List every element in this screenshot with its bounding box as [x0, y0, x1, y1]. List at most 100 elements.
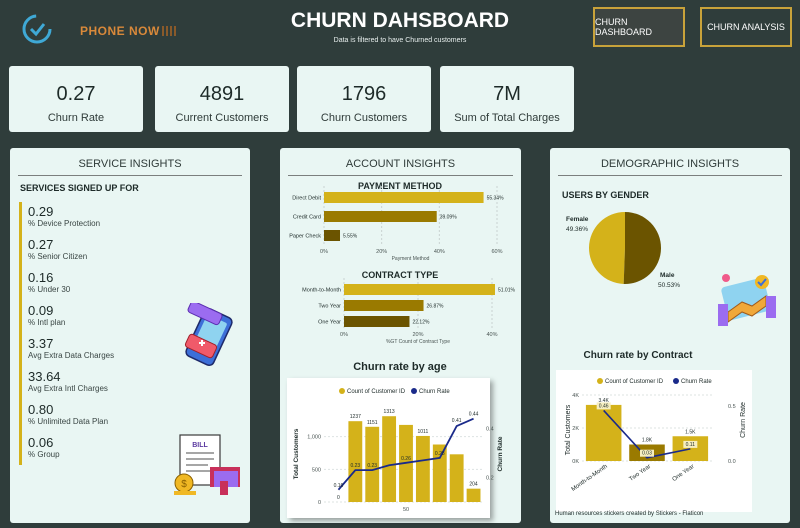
line-data-label: 0.41: [452, 418, 462, 424]
y-tick-label: 2K: [572, 426, 579, 432]
category-label: Paper Check: [289, 234, 321, 240]
legend-swatch: [339, 388, 345, 394]
category-label: Two Year: [318, 304, 341, 310]
bar: [344, 316, 410, 327]
legend-label: Count of Customer ID: [605, 379, 664, 385]
nav-churn-dashboard-button[interactable]: CHURN DASHBOARD: [593, 7, 685, 47]
panel-heading: ACCOUNT INSIGHTS: [288, 148, 513, 176]
x-axis-label: Payment Method: [392, 256, 430, 262]
pie-slice: [623, 212, 661, 284]
svg-text:$: $: [181, 479, 187, 490]
service-item: 0.80% Unlimited Data Plan: [28, 402, 109, 426]
y2-tick-label: 0.2: [486, 476, 494, 482]
service-item: 0.27% Senior Citizen: [28, 237, 88, 261]
category-label: Month-to-Month: [302, 288, 341, 294]
service-item: 3.37 Avg Extra Data Charges: [28, 336, 115, 360]
line-data-label: 0.46: [599, 403, 609, 409]
legend-swatch: [597, 378, 603, 384]
page-title: CHURN DAHSBOARD: [290, 9, 510, 32]
bar-data-label: 0: [337, 495, 340, 501]
kpi-current-customers: 4891 Current Customers: [155, 66, 289, 132]
slice-value: 49.36%: [566, 226, 588, 233]
x-tick-label: 40%: [486, 332, 497, 338]
legend-label: Churn Rate: [419, 389, 450, 395]
churn-by-contract-chart: Churn rate by Contract Count of Customer …: [556, 350, 752, 512]
bar: [449, 454, 464, 502]
line-data-label: 0.23: [367, 463, 377, 469]
data-label: 26.87%: [427, 304, 445, 310]
contract-type-chart: CONTRACT TYPE 0% 20% 40% %GT Count of Contra…: [302, 270, 516, 345]
bar: [415, 435, 430, 502]
kpi-label: Current Customers: [175, 112, 269, 124]
x-tick-label: 20%: [412, 332, 423, 338]
panel-heading: DEMOGRAPHIC INSIGHTS: [558, 148, 782, 176]
panel-heading: SERVICE INSIGHTS: [18, 148, 242, 176]
kpi-value: 4891: [199, 83, 245, 105]
x-tick-label: 20%: [376, 249, 387, 255]
data-label: 22.12%: [412, 320, 430, 326]
chart-title: USERS BY GENDER: [562, 190, 649, 200]
data-label: 55.34%: [487, 196, 505, 202]
bar: [324, 192, 484, 203]
y2-axis-label: Churn Rate: [497, 436, 504, 471]
chart-title: Churn rate by age: [353, 361, 447, 373]
y-tick-label: 4K: [572, 393, 579, 399]
line-data-label: 0.03: [642, 451, 652, 457]
slice-label: Female: [566, 216, 589, 223]
page-subtitle: Data is filtered to have Churned custome…: [333, 37, 467, 44]
bar: [466, 488, 481, 502]
x-tick-label: 40%: [434, 249, 445, 255]
line-data-label: 0.23: [350, 463, 360, 469]
chart-card: [556, 370, 752, 512]
x-tick-label: 60%: [491, 249, 502, 255]
line-data-label: 0.11: [686, 442, 696, 448]
nav-churn-analysis-button[interactable]: CHURN ANALYSIS: [700, 7, 792, 47]
y-tick-label: 0: [318, 500, 321, 506]
chart-title: Churn rate by Contract: [584, 350, 694, 361]
line-data-label: 0.28: [435, 451, 445, 457]
brand-logo-icon: [20, 12, 54, 46]
bar: [344, 300, 424, 311]
bar-data-label: 204: [469, 482, 478, 488]
handshake-sticker-icon: [716, 268, 778, 335]
phone-sticker-icon: [176, 300, 238, 378]
kpi-value: 1796: [341, 83, 387, 105]
kpi-churn-rate: 0.27 Churn Rate: [9, 66, 143, 132]
x-tick-label: 0%: [320, 249, 328, 255]
y2-axis-label: Churn Rate: [740, 402, 747, 438]
bar-data-label: 1011: [418, 429, 429, 435]
bar: [344, 284, 495, 295]
sticker-credit: Human resources stickers created by Stic…: [555, 511, 704, 517]
y2-tick-label: 0.5: [728, 404, 736, 410]
x-tick-label: 0%: [340, 332, 348, 338]
bar-data-label: 1151: [367, 420, 378, 426]
y-tick-label: 0K: [572, 459, 579, 465]
legend-label: Count of Customer ID: [347, 389, 406, 395]
kpi-value: 7M: [493, 83, 521, 105]
kpi-churn-customers: 1796 Churn Customers: [297, 66, 431, 132]
bar-data-label: 1.8K: [642, 438, 653, 444]
y-axis-label: Total Customers: [565, 404, 572, 455]
x-tick-label: 50: [403, 507, 409, 513]
bar-data-label: 1237: [350, 414, 361, 420]
kpi-label: Churn Rate: [47, 112, 105, 124]
service-item: 0.16% Under 30: [28, 270, 71, 294]
bill-sticker-icon: BILL $: [170, 433, 244, 508]
pie-slice: [589, 212, 625, 284]
service-item: 33.64 Avg Extra Intl Charges: [28, 369, 108, 393]
kpi-label: Sum of Total Charges: [454, 112, 560, 124]
data-label: 5.55%: [343, 234, 358, 240]
services-subheading: SERVICES SIGNED UP FOR: [20, 183, 139, 193]
data-label: 51.01%: [498, 288, 516, 294]
slice-value: 50.53%: [658, 282, 680, 289]
category-label: One Year: [318, 320, 341, 326]
legend-label: Churn Rate: [681, 379, 712, 385]
bar: [382, 416, 397, 502]
bar: [324, 230, 341, 241]
y2-tick-label: 0.4: [486, 427, 494, 433]
chart-title: CONTRACT TYPE: [362, 270, 439, 280]
y-axis-label: Total Customers: [293, 428, 300, 479]
bar: [585, 404, 622, 461]
kpi-value: 0.27: [56, 83, 96, 105]
svg-text:BILL: BILL: [192, 442, 208, 449]
